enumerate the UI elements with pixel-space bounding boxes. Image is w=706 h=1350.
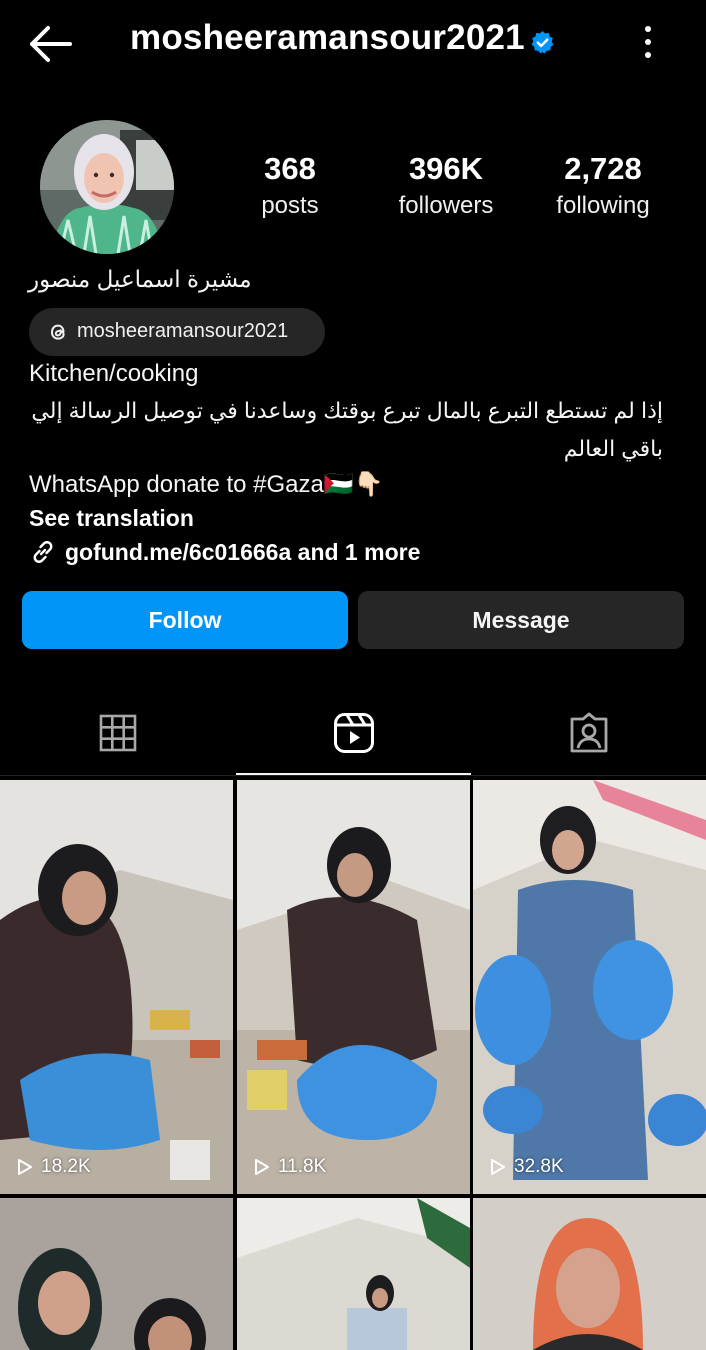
grid-icon <box>99 714 136 752</box>
play-icon <box>491 1159 505 1175</box>
link-icon <box>33 541 53 563</box>
profile-avatar[interactable] <box>40 120 174 254</box>
back-button[interactable] <box>28 24 74 64</box>
reel-tile[interactable]: 11.8K <box>237 780 470 1194</box>
more-options-button[interactable] <box>636 24 660 60</box>
posts-count: 368 <box>264 151 316 186</box>
stat-following[interactable]: 2,728 following <box>533 150 673 224</box>
threads-handle: mosheeramansour2021 <box>77 320 289 342</box>
reel-view-count-text: 32.8K <box>514 1156 564 1177</box>
reel-tile[interactable] <box>0 1198 233 1350</box>
followers-count: 396K <box>408 151 484 186</box>
play-icon <box>18 1159 32 1175</box>
following-label: following <box>556 192 650 219</box>
reel-tile[interactable]: 32.8K <box>473 780 706 1194</box>
reel-thumbnail <box>0 1198 233 1350</box>
bio-arabic-text: إذا لم تستطع التبرع بالمال تبرع بوقتك وس… <box>31 398 663 461</box>
tab-reels[interactable] <box>236 700 471 776</box>
reel-tile[interactable] <box>473 1198 706 1350</box>
tab-divider <box>0 775 706 776</box>
tagged-icon <box>570 712 607 753</box>
reel-view-count-text: 11.8K <box>278 1156 327 1177</box>
reel-thumbnail <box>237 1198 470 1350</box>
verified-badge-icon <box>530 30 555 55</box>
threads-icon <box>50 324 65 340</box>
arrow-left-icon <box>30 26 72 62</box>
stat-followers[interactable]: 396K followers <box>376 150 516 224</box>
bio-link-text: gofund.me/6c01666a and 1 more <box>65 539 421 565</box>
message-button[interactable]: Message <box>358 591 684 649</box>
tab-tagged[interactable] <box>471 700 706 776</box>
follow-button[interactable]: Follow <box>22 591 348 649</box>
following-count: 2,728 <box>564 151 642 186</box>
followers-label: followers <box>398 192 494 219</box>
bio-link[interactable]: gofund.me/6c01666a and 1 more <box>29 538 420 566</box>
reel-view-count-text: 18.2K <box>41 1156 91 1177</box>
display-name: مشيرة اسماعيل منصور <box>28 266 252 292</box>
reel-view-count: 11.8K <box>253 1156 326 1178</box>
profile-category: Kitchen/cooking <box>29 360 199 387</box>
threads-badge[interactable]: mosheeramansour2021 <box>29 308 325 356</box>
reel-thumbnail <box>473 1198 706 1350</box>
posts-label: posts <box>261 192 319 219</box>
reel-tile[interactable] <box>237 1198 470 1350</box>
profile-username: mosheeramansour2021 <box>130 18 525 57</box>
play-icon <box>255 1159 269 1175</box>
reel-tile[interactable]: 18.2K <box>0 780 233 1194</box>
reel-thumbnail <box>473 780 706 1194</box>
vertical-dots-icon <box>645 26 651 58</box>
reel-view-count: 32.8K <box>489 1156 564 1178</box>
stat-posts[interactable]: 368 posts <box>220 150 360 224</box>
tab-posts-grid[interactable] <box>0 700 235 776</box>
reel-view-count: 18.2K <box>16 1156 91 1178</box>
see-translation-link[interactable]: See translation <box>29 505 194 532</box>
reel-thumbnail <box>0 780 233 1194</box>
bio-whatsapp-text: WhatsApp donate to #Gaza🇵🇸👇🏻 <box>29 471 384 498</box>
reels-icon <box>333 713 374 753</box>
reel-thumbnail <box>237 780 470 1194</box>
